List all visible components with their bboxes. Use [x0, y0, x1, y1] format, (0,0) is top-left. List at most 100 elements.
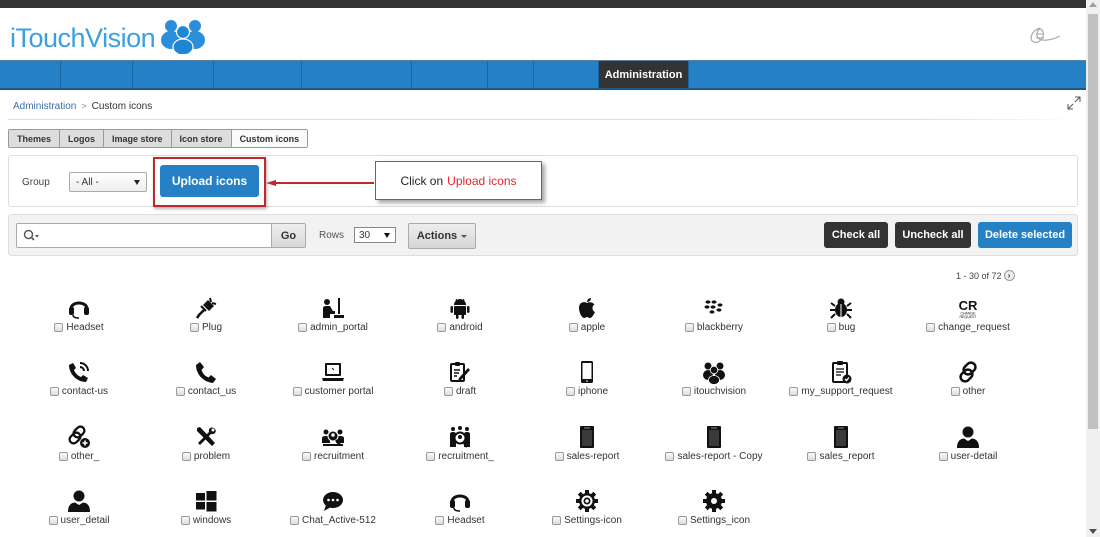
icon-checkbox[interactable] — [677, 516, 687, 525]
link-plus-icon[interactable] — [66, 425, 92, 449]
nav-item-1[interactable] — [0, 61, 61, 88]
icon-item[interactable]: Headset — [397, 489, 523, 537]
blackberry-icon[interactable] — [701, 296, 727, 320]
tools-icon[interactable] — [193, 425, 219, 449]
icon-item[interactable]: blackberry — [651, 296, 777, 346]
icon-item[interactable]: other_ — [16, 425, 142, 475]
icon-checkbox[interactable] — [48, 516, 58, 525]
admin-icon[interactable] — [320, 296, 346, 320]
icon-item[interactable]: iphone — [524, 360, 650, 410]
scroll-down-icon[interactable] — [1089, 529, 1097, 534]
icon-item[interactable]: my_support_request — [778, 360, 904, 410]
gear-icon[interactable] — [701, 489, 727, 513]
apple-icon[interactable] — [574, 296, 600, 320]
icon-checkbox[interactable] — [54, 323, 64, 332]
icon-item[interactable]: admin_portal — [270, 296, 396, 346]
icon-checkbox[interactable] — [180, 516, 190, 525]
nav-item-3[interactable] — [133, 61, 214, 88]
icon-item[interactable]: Plug — [143, 296, 269, 346]
icon-checkbox[interactable] — [926, 323, 936, 332]
icon-item[interactable]: Headset — [16, 296, 142, 346]
icon-item[interactable]: draft — [397, 360, 523, 410]
logo[interactable]: iTouchVision — [10, 20, 207, 56]
check-all-button[interactable]: Check all — [824, 222, 888, 248]
recruit2-icon[interactable] — [447, 425, 473, 449]
icon-checkbox[interactable] — [58, 452, 68, 461]
nav-item-4[interactable] — [214, 61, 302, 88]
icon-checkbox[interactable] — [437, 323, 447, 332]
upload-icons-button[interactable]: Upload icons — [160, 165, 259, 197]
nav-item-6[interactable] — [412, 61, 488, 88]
user-icon[interactable] — [955, 425, 981, 449]
next-page-icon[interactable]: › — [1003, 270, 1015, 281]
icon-checkbox[interactable] — [189, 323, 199, 332]
people-icon[interactable] — [701, 360, 727, 384]
scrollbar-thumb[interactable] — [1088, 14, 1098, 429]
icon-checkbox[interactable] — [552, 516, 562, 525]
nav-item-2[interactable] — [61, 61, 133, 88]
uncheck-all-button[interactable]: Uncheck all — [895, 222, 971, 248]
icon-checkbox[interactable] — [950, 387, 960, 396]
user-icon[interactable] — [66, 489, 92, 513]
recruit-icon[interactable] — [320, 425, 346, 449]
icon-checkbox[interactable] — [435, 516, 445, 525]
nav-item-5[interactable] — [302, 61, 412, 88]
icon-checkbox[interactable] — [565, 387, 575, 396]
draft-icon[interactable] — [447, 360, 473, 384]
icon-item[interactable]: contact-us — [16, 360, 142, 410]
tab-themes[interactable]: Themes — [9, 130, 61, 147]
cr-icon[interactable]: CR CHANGE REQUEST — [955, 296, 981, 320]
windows-icon[interactable] — [193, 489, 219, 513]
search-input[interactable] — [16, 223, 272, 248]
laptop-icon[interactable] — [320, 360, 346, 384]
nav-item-administration[interactable]: Administration — [599, 61, 689, 88]
icon-item[interactable]: recruitment_ — [397, 425, 523, 475]
report-icon[interactable] — [828, 425, 854, 449]
icon-item[interactable]: sales_report — [778, 425, 904, 475]
icon-item[interactable]: recruitment — [270, 425, 396, 475]
phone-ring-icon[interactable] — [66, 360, 92, 384]
icon-checkbox[interactable] — [826, 323, 836, 332]
icon-item[interactable]: user_detail — [16, 489, 142, 537]
icon-item[interactable]: apple — [524, 296, 650, 346]
icon-checkbox[interactable] — [292, 387, 302, 396]
report-icon[interactable] — [701, 425, 727, 449]
icon-checkbox[interactable] — [181, 452, 191, 461]
icon-checkbox[interactable] — [681, 387, 691, 396]
rows-select[interactable]: 30 — [354, 227, 396, 243]
icon-item[interactable]: Settings-icon — [524, 489, 650, 537]
chat-icon[interactable] — [320, 489, 346, 513]
icon-item[interactable]: windows — [143, 489, 269, 537]
icon-checkbox[interactable] — [554, 452, 564, 461]
tab-image-store[interactable]: Image store — [104, 130, 172, 147]
icon-checkbox[interactable] — [807, 452, 817, 461]
icon-item[interactable]: problem — [143, 425, 269, 475]
delete-selected-button[interactable]: Delete selected — [978, 222, 1072, 248]
icon-item[interactable]: Settings_icon — [651, 489, 777, 537]
icon-checkbox[interactable] — [426, 452, 436, 461]
icon-checkbox[interactable] — [301, 452, 311, 461]
gear-ring-icon[interactable] — [574, 489, 600, 513]
iphone-icon[interactable] — [574, 360, 600, 384]
tab-icon-store[interactable]: Icon store — [171, 130, 232, 147]
icon-checkbox[interactable] — [684, 323, 694, 332]
android-icon[interactable] — [447, 296, 473, 320]
nav-item-8[interactable] — [534, 61, 599, 88]
actions-button[interactable]: Actions — [408, 223, 476, 249]
search-icon[interactable] — [23, 229, 39, 243]
icon-checkbox[interactable] — [175, 387, 185, 396]
headset-icon[interactable] — [66, 296, 92, 320]
icon-item[interactable]: other — [905, 360, 1031, 410]
go-button[interactable]: Go — [271, 223, 306, 248]
tab-custom-icons[interactable]: Custom icons — [231, 130, 308, 147]
headset-icon[interactable] — [447, 489, 473, 513]
icon-checkbox[interactable] — [665, 452, 675, 461]
report-icon[interactable] — [574, 425, 600, 449]
icon-item[interactable]: customer portal — [270, 360, 396, 410]
clipboard-check-icon[interactable] — [828, 360, 854, 384]
icon-item[interactable]: bug — [778, 296, 904, 346]
plug-icon[interactable] — [193, 296, 219, 320]
icon-checkbox[interactable] — [568, 323, 578, 332]
phone-icon[interactable] — [193, 360, 219, 384]
icon-item[interactable]: android — [397, 296, 523, 346]
